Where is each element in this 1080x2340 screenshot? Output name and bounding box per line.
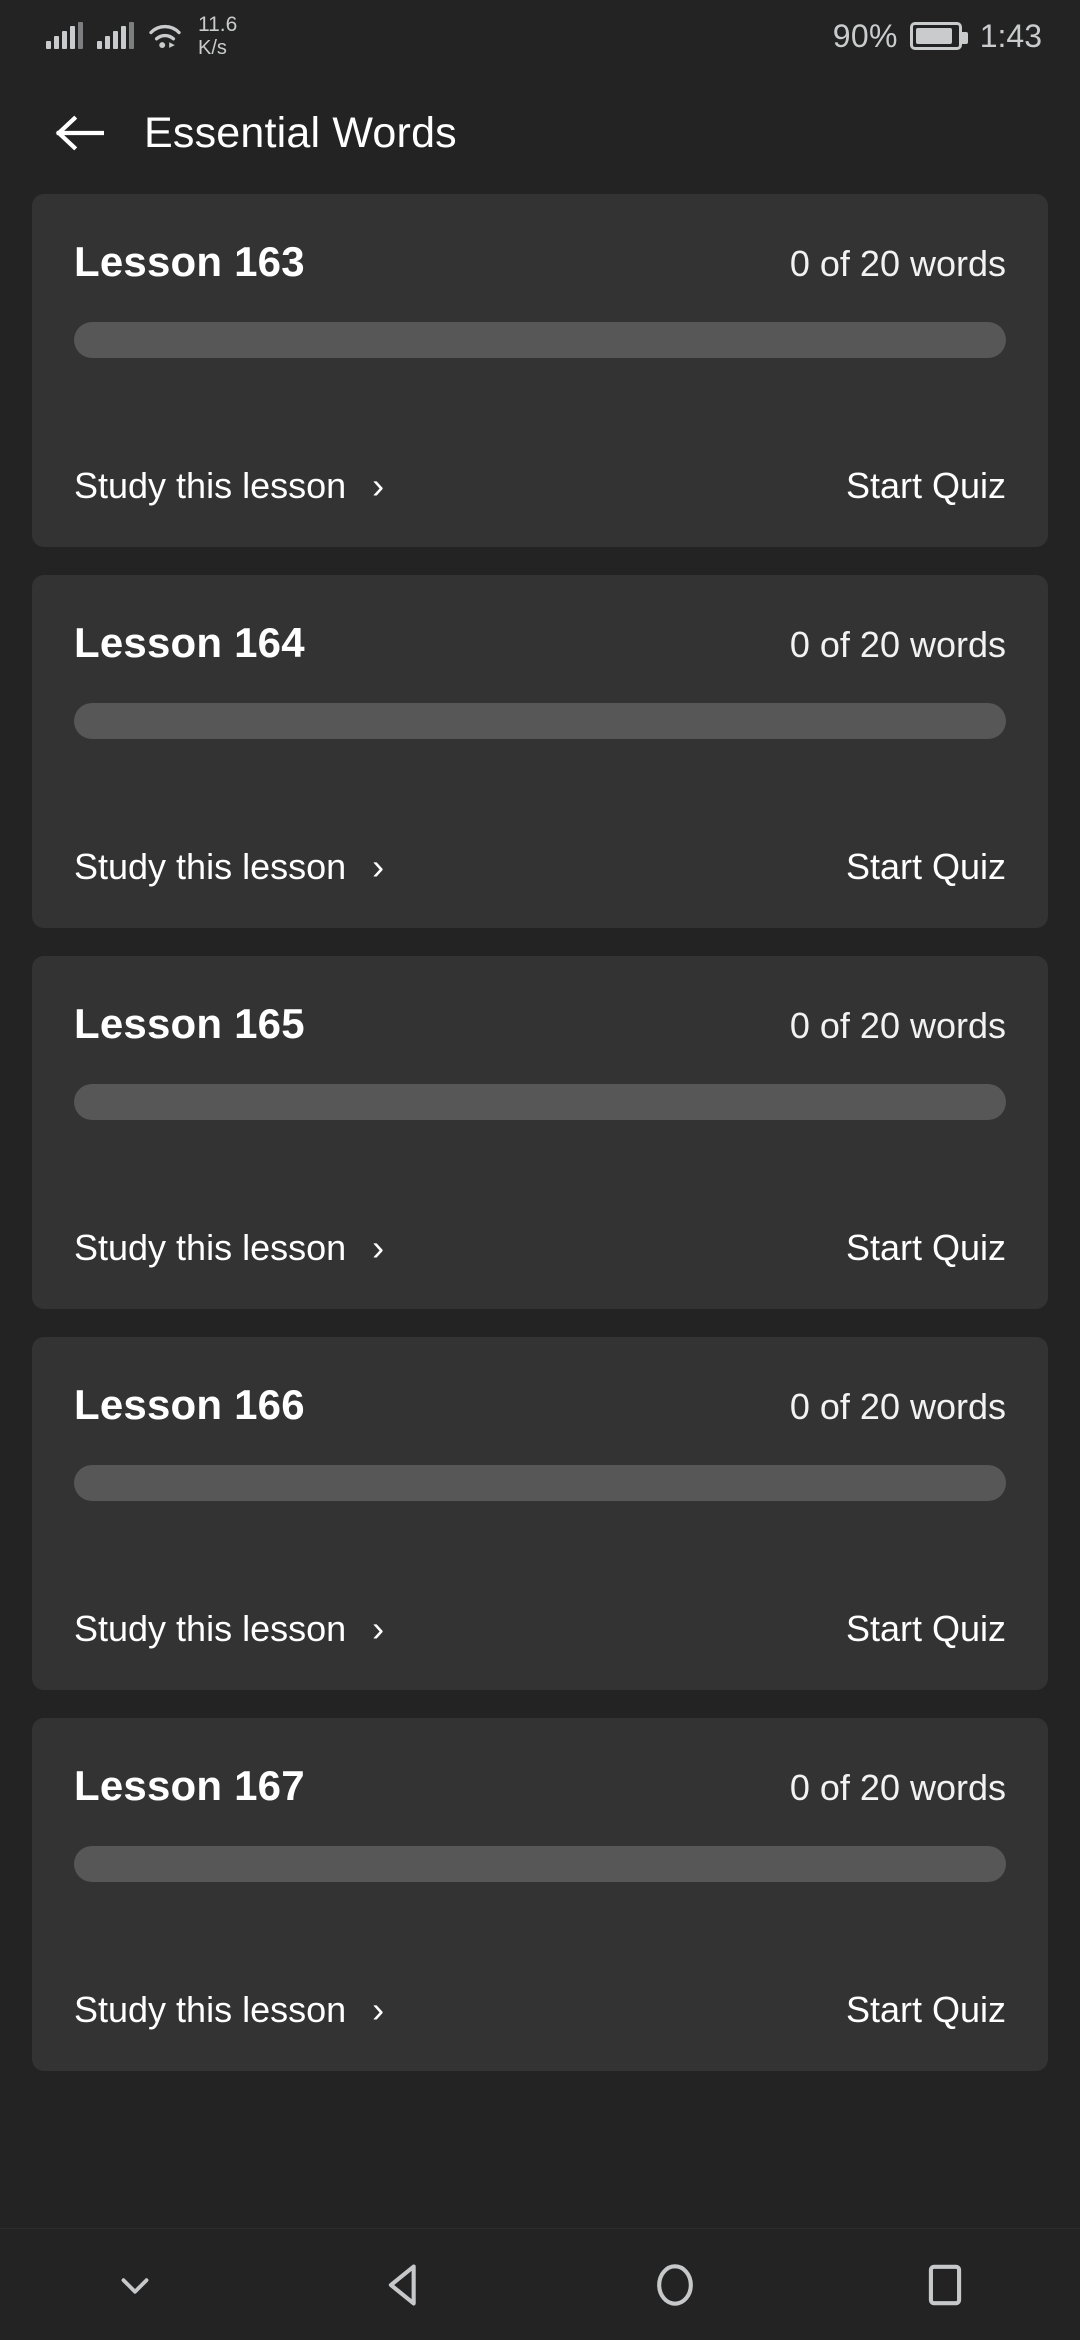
lesson-title: Lesson 166 xyxy=(74,1381,305,1428)
battery-icon xyxy=(909,22,968,50)
lesson-word-count: 0 of 20 words xyxy=(789,1005,1006,1046)
start-quiz-button[interactable]: Start Quiz xyxy=(846,1989,1006,2031)
study-lesson-label: Study this lesson xyxy=(74,1608,347,1649)
study-lesson-label: Study this lesson xyxy=(74,1227,347,1268)
lesson-title: Lesson 164 xyxy=(74,619,305,666)
battery-percent-label: 90% xyxy=(832,17,898,54)
study-lesson-button[interactable]: Study this lesson › xyxy=(74,1608,384,1650)
chevron-right-icon: › xyxy=(372,1989,385,2030)
start-quiz-button[interactable]: Start Quiz xyxy=(846,1608,1006,1650)
study-lesson-button[interactable]: Study this lesson › xyxy=(74,1989,384,2031)
lesson-card-header: Lesson 163 0 of 20 words xyxy=(74,238,1006,286)
lesson-card-header: Lesson 164 0 of 20 words xyxy=(74,619,1006,667)
lesson-card[interactable]: Lesson 165 0 of 20 words Study this lesson… xyxy=(32,956,1048,1309)
start-quiz-button[interactable]: Start Quiz xyxy=(846,465,1006,507)
lesson-progress-bar xyxy=(74,703,1006,739)
study-lesson-button[interactable]: Study this lesson › xyxy=(74,465,384,507)
cellular-signal-icon xyxy=(46,22,83,49)
lesson-card[interactable]: Lesson 167 0 of 20 words Study this lesson… xyxy=(32,1718,1048,2071)
lesson-title: Lesson 167 xyxy=(74,1762,305,1809)
wifi-icon xyxy=(148,22,182,50)
phone-screen: 11.6 K/s 90% 1:43 Essential Words Lesson… xyxy=(0,0,1080,2340)
study-lesson-button[interactable]: Study this lesson › xyxy=(74,846,384,888)
study-lesson-label: Study this lesson xyxy=(74,465,347,506)
status-bar-right: 90% 1:43 xyxy=(833,18,1042,55)
lesson-card-header: Lesson 166 0 of 20 words xyxy=(74,1381,1006,1429)
lesson-word-count: 0 of 20 words xyxy=(789,1386,1006,1427)
study-lesson-label: Study this lesson xyxy=(74,1989,347,2030)
page-title: Essential Words xyxy=(144,108,457,157)
chevron-right-icon: › xyxy=(372,1608,385,1649)
lesson-title: Lesson 163 xyxy=(74,238,305,285)
nav-recents-button[interactable] xyxy=(810,2229,1080,2340)
lesson-card-actions: Study this lesson › Start Quiz xyxy=(74,846,1006,888)
back-arrow-icon xyxy=(55,115,104,151)
lesson-word-count: 0 of 20 words xyxy=(789,243,1006,284)
recents-square-icon xyxy=(928,2264,962,2305)
nav-home-button[interactable] xyxy=(540,2229,810,2340)
lesson-title: Lesson 165 xyxy=(74,1000,305,1047)
system-navigation-bar xyxy=(0,2228,1080,2340)
start-quiz-button[interactable]: Start Quiz xyxy=(846,846,1006,888)
lesson-progress-bar xyxy=(74,1084,1006,1120)
lesson-card[interactable]: Lesson 163 0 of 20 words Study this lesson… xyxy=(32,194,1048,547)
status-bar-left: 11.6 K/s xyxy=(46,14,237,58)
lesson-card-actions: Study this lesson › Start Quiz xyxy=(74,1989,1006,2031)
chevron-down-icon xyxy=(121,2277,149,2294)
back-triangle-icon xyxy=(388,2264,416,2305)
nav-back-button[interactable] xyxy=(270,2229,540,2340)
cellular-signal-icon xyxy=(97,22,134,49)
start-quiz-button[interactable]: Start Quiz xyxy=(846,1227,1006,1269)
chevron-right-icon: › xyxy=(372,1227,385,1268)
lesson-progress-bar xyxy=(74,1846,1006,1882)
lesson-card-actions: Study this lesson › Start Quiz xyxy=(74,1608,1006,1650)
study-lesson-button[interactable]: Study this lesson › xyxy=(74,1227,384,1269)
clock-label: 1:43 xyxy=(979,17,1042,54)
network-speed-unit: K/s xyxy=(198,37,227,59)
lesson-list: Lesson 163 0 of 20 words Study this lesson… xyxy=(0,194,1080,2228)
home-circle-icon xyxy=(657,2263,693,2306)
network-speed-indicator: 11.6 K/s xyxy=(198,14,237,58)
lesson-progress-bar xyxy=(74,1465,1006,1501)
network-speed-value: 11.6 xyxy=(198,13,238,36)
status-bar: 11.6 K/s 90% 1:43 xyxy=(0,0,1080,72)
lesson-progress-bar xyxy=(74,322,1006,358)
lesson-card-actions: Study this lesson › Start Quiz xyxy=(74,1227,1006,1269)
lesson-card-header: Lesson 167 0 of 20 words xyxy=(74,1762,1006,1810)
chevron-right-icon: › xyxy=(372,465,385,506)
app-header: Essential Words xyxy=(0,72,1080,194)
hide-navbar-button[interactable] xyxy=(0,2229,270,2340)
back-button[interactable] xyxy=(42,96,116,170)
chevron-right-icon: › xyxy=(372,846,385,887)
lesson-card-actions: Study this lesson › Start Quiz xyxy=(74,465,1006,507)
lesson-card[interactable]: Lesson 166 0 of 20 words Study this lesson… xyxy=(32,1337,1048,1690)
lesson-card-header: Lesson 165 0 of 20 words xyxy=(74,1000,1006,1048)
lesson-word-count: 0 of 20 words xyxy=(789,1767,1006,1808)
study-lesson-label: Study this lesson xyxy=(74,846,347,887)
lesson-card[interactable]: Lesson 164 0 of 20 words Study this lesson… xyxy=(32,575,1048,928)
lesson-word-count: 0 of 20 words xyxy=(789,624,1006,665)
